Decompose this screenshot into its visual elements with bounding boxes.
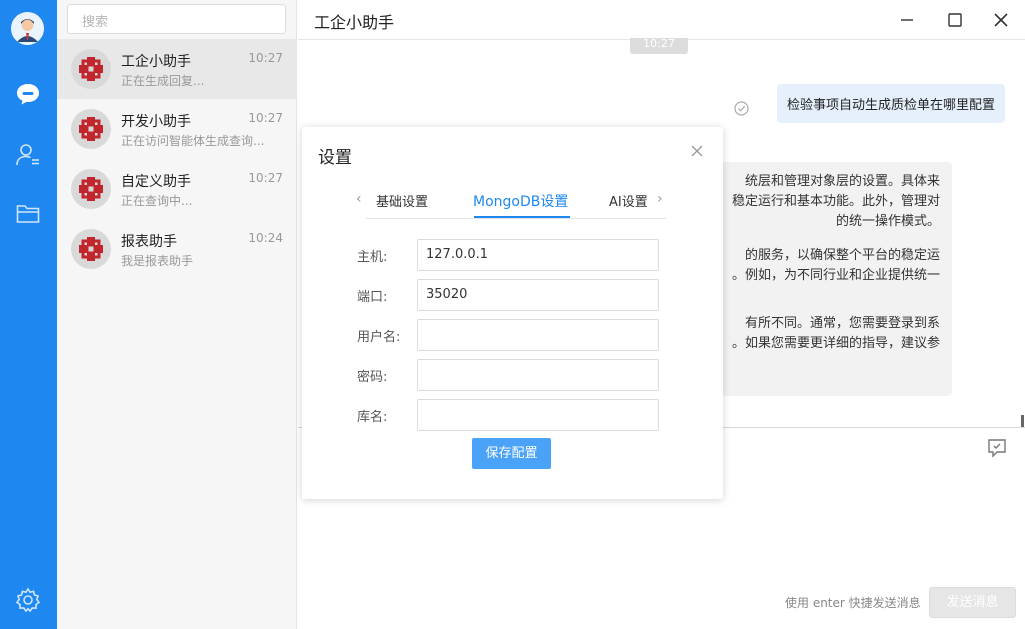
session-preview: 正在访问智能体生成查询... xyxy=(121,134,265,148)
search-input[interactable]: 搜索 xyxy=(67,4,286,34)
session-time: 10:27 xyxy=(248,51,283,65)
message-time: 10:27 xyxy=(630,38,688,54)
password-label: 密码: xyxy=(357,370,388,385)
database-input[interactable] xyxy=(417,399,659,431)
close-icon[interactable] xyxy=(690,143,706,159)
form-row-password: 密码: xyxy=(357,359,659,391)
session-name: 自定义助手 xyxy=(121,174,191,190)
message-line: 的统一操作模式。 xyxy=(835,214,940,229)
save-config-button[interactable]: 保存配置 xyxy=(472,438,551,469)
host-input[interactable]: 127.0.0.1 xyxy=(417,239,659,271)
username-input[interactable] xyxy=(417,319,659,351)
chevron-left-icon[interactable]: ‹ xyxy=(356,191,362,207)
session-time: 10:27 xyxy=(248,111,283,125)
contacts-icon[interactable] xyxy=(14,140,42,168)
port-input[interactable]: 35020 xyxy=(417,279,659,311)
assistant-logo-icon xyxy=(71,109,111,149)
maximize-icon[interactable] xyxy=(943,8,967,32)
scrollbar[interactable] xyxy=(1021,415,1024,427)
assistant-message-bubble: 统层和管理对象层的设置。具体来 稳定运行和基本功能。此外，管理对 的统一操作模式… xyxy=(722,162,952,396)
check-circle-icon xyxy=(734,101,749,120)
session-preview: 我是报表助手 xyxy=(121,254,194,268)
dialog-title: 设置 xyxy=(318,148,352,168)
app-window: 搜索 工企小助手 正在生成回复... 10:27 开发小助手 正在访问智能体生成… xyxy=(0,0,1025,629)
database-label: 库名: xyxy=(357,410,388,425)
settings-dialog: 设置 ‹ 基础设置 MongoDB设置 AI设置 › 主机: 127.0.0.1… xyxy=(302,127,723,499)
username-label: 用户名: xyxy=(357,330,401,345)
send-button[interactable]: 发送消息 xyxy=(929,587,1016,618)
form-row-host: 主机: 127.0.0.1 xyxy=(357,239,659,271)
active-tab-indicator xyxy=(474,216,570,218)
form-row-database: 库名: xyxy=(357,399,659,431)
chat-icon[interactable] xyxy=(14,80,42,108)
left-rail xyxy=(0,0,57,629)
message-line: 有所不同。通常，您需要登录到系 xyxy=(744,316,940,331)
close-icon[interactable] xyxy=(989,8,1013,32)
form-row-port: 端口: 35020 xyxy=(357,279,659,311)
form-row-username: 用户名: xyxy=(357,319,659,351)
assistant-logo-icon xyxy=(71,169,111,209)
session-list: 搜索 工企小助手 正在生成回复... 10:27 开发小助手 正在访问智能体生成… xyxy=(57,0,297,629)
settings-tabs: ‹ 基础设置 MongoDB设置 AI设置 › xyxy=(356,183,668,219)
tab-ai[interactable]: AI设置 xyxy=(609,191,648,210)
session-preview: 正在查询中... xyxy=(121,194,193,208)
session-item[interactable]: 开发小助手 正在访问智能体生成查询... 10:27 xyxy=(57,99,297,159)
session-time: 10:24 xyxy=(248,231,283,245)
chat-titlebar: 工企小助手 xyxy=(298,0,1025,40)
message-line: 稳定运行和基本功能。此外，管理对 xyxy=(731,194,940,209)
host-label: 主机: xyxy=(357,250,388,265)
session-name: 工企小助手 xyxy=(121,54,191,70)
message-line: 的服务，以确保整个平台的稳定运 xyxy=(744,248,940,263)
port-label: 端口: xyxy=(357,290,388,305)
reply-icon[interactable] xyxy=(987,438,1007,462)
settings-icon[interactable] xyxy=(15,587,41,613)
tabs-baseline xyxy=(366,218,666,219)
user-message-bubble: 检验事项自动生成质检单在哪里配置 xyxy=(776,84,1005,123)
session-item[interactable]: 自定义助手 正在查询中... 10:27 xyxy=(57,159,297,219)
folder-icon[interactable] xyxy=(14,199,42,227)
session-name: 开发小助手 xyxy=(121,114,191,130)
session-item[interactable]: 工企小助手 正在生成回复... 10:27 xyxy=(57,39,297,99)
assistant-logo-icon xyxy=(71,49,111,89)
session-item[interactable]: 报表助手 我是报表助手 10:24 xyxy=(57,219,297,279)
assistant-logo-icon xyxy=(71,229,111,269)
session-name: 报表助手 xyxy=(121,234,177,250)
message-line: 。例如，为不同行业和企业提供统一 xyxy=(731,268,940,283)
session-time: 10:27 xyxy=(248,171,283,185)
send-hint: 使用 enter 快捷发送消息 xyxy=(785,596,921,610)
minimize-icon[interactable] xyxy=(895,8,919,32)
tab-basic[interactable]: 基础设置 xyxy=(376,191,428,210)
avatar[interactable] xyxy=(11,12,44,45)
chat-title: 工企小助手 xyxy=(314,13,395,32)
session-preview: 正在生成回复... xyxy=(121,74,205,88)
password-input[interactable] xyxy=(417,359,659,391)
chevron-right-icon[interactable]: › xyxy=(657,191,663,207)
message-line: 统层和管理对象层的设置。具体来 xyxy=(744,174,940,189)
message-line: 。如果您需要更详细的指导，建议参 xyxy=(731,336,940,351)
tab-mongodb[interactable]: MongoDB设置 xyxy=(473,191,568,211)
